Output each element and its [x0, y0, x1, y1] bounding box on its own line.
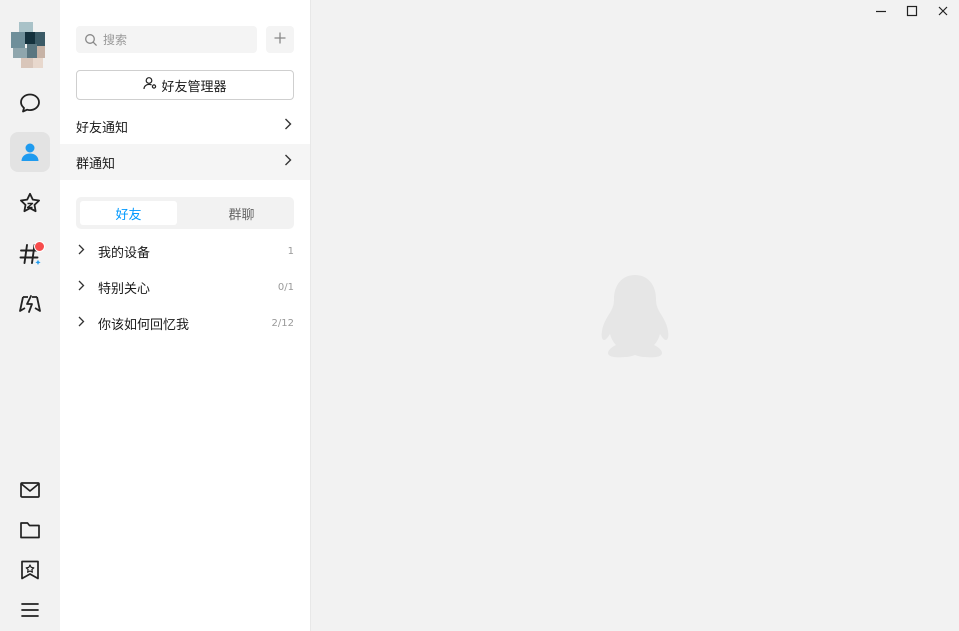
chevron-right-icon — [78, 244, 86, 259]
add-button[interactable] — [266, 26, 294, 53]
maximize-button[interactable] — [900, 4, 924, 22]
bookmark-nav-button[interactable] — [10, 550, 50, 590]
contacts-tab-bar: 好友 群聊 — [76, 197, 294, 229]
tab-groups[interactable]: 群聊 — [193, 201, 290, 225]
folder-nav-button[interactable] — [10, 510, 50, 550]
search-input[interactable] — [103, 32, 243, 47]
friend-manager-label: 好友管理器 — [161, 79, 227, 95]
friend-notice-row[interactable]: 好友通知 — [60, 108, 310, 144]
friend-manager-button[interactable]: 好友管理器 — [76, 70, 294, 100]
friend-notice-label: 好友通知 — [76, 120, 129, 136]
folder-icon — [19, 519, 41, 541]
chevron-right-icon — [78, 280, 86, 295]
friend-group-name: 你该如何回忆我 — [98, 317, 190, 333]
mail-nav-button[interactable] — [10, 470, 50, 510]
qq-penguin-watermark-icon — [597, 273, 673, 369]
minimize-icon — [875, 5, 887, 21]
friend-group-row[interactable]: 我的设备 1 — [60, 233, 310, 269]
friend-manager-icon — [143, 76, 161, 94]
chevron-right-icon — [284, 154, 292, 170]
contacts-person-icon — [18, 140, 42, 164]
friend-group-name: 特别关心 — [98, 281, 151, 297]
channel-nav-button[interactable] — [10, 234, 50, 274]
left-rail — [0, 0, 60, 631]
menu-icon — [19, 599, 41, 621]
maximize-icon — [906, 5, 918, 21]
main-menu-button[interactable] — [10, 590, 50, 630]
group-notice-row[interactable]: 群通知 — [60, 144, 310, 180]
close-icon — [937, 5, 949, 21]
tab-friends[interactable]: 好友 — [80, 201, 177, 225]
plus-icon — [274, 32, 286, 48]
friend-group-row[interactable]: 特别关心 0/1 — [60, 269, 310, 305]
friend-group-row[interactable]: 你该如何回忆我 2/12 — [60, 305, 310, 341]
chevron-right-icon — [78, 316, 86, 331]
search-box[interactable] — [76, 26, 257, 53]
bookmark-star-icon — [19, 559, 41, 581]
favorites-nav-button[interactable] — [10, 183, 50, 223]
chat-nav-button[interactable] — [10, 83, 50, 123]
friend-group-name: 我的设备 — [98, 245, 151, 261]
notification-badge — [34, 241, 45, 252]
chat-bubble-icon — [18, 91, 42, 115]
search-icon — [84, 33, 98, 47]
friend-group-count: 2/12 — [271, 317, 294, 329]
close-button[interactable] — [931, 4, 955, 22]
chevron-right-icon — [284, 118, 292, 134]
contacts-nav-button[interactable] — [10, 132, 50, 172]
main-content-area — [311, 0, 959, 631]
game-lightning-icon — [17, 292, 43, 316]
mail-icon — [19, 479, 41, 501]
minimize-button[interactable] — [869, 4, 893, 22]
avatar[interactable] — [11, 22, 49, 68]
group-notice-label: 群通知 — [76, 156, 116, 172]
game-nav-button[interactable] — [10, 284, 50, 324]
contacts-panel: 好友管理器 好友通知 群通知 好友 群聊 我的设备 1 特别关心 0/1 — [60, 0, 311, 631]
friend-group-count: 0/1 — [277, 281, 294, 293]
star-icon — [18, 191, 42, 215]
friend-group-count: 1 — [287, 245, 294, 257]
